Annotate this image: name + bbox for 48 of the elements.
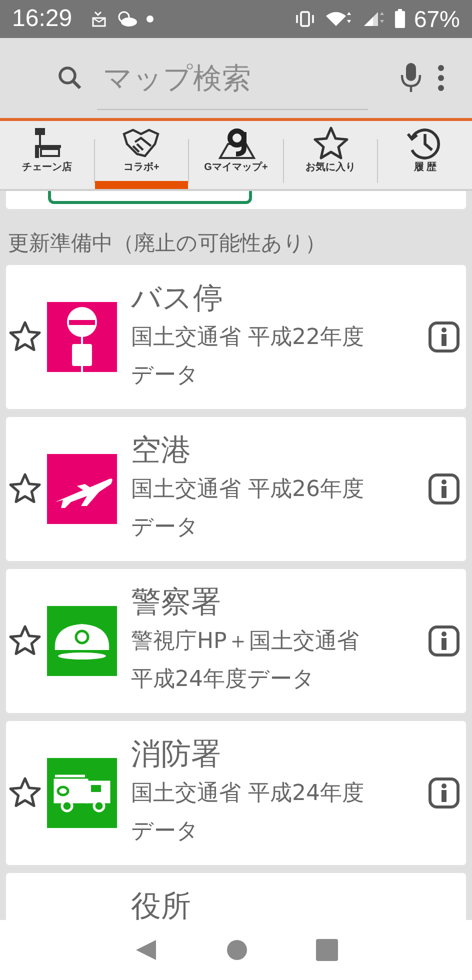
star-icon[interactable] [8, 624, 42, 658]
battery-icon [394, 9, 406, 29]
item-description: 警視庁HP＋国土交通省 [131, 628, 360, 656]
search-field[interactable]: マップ検索 [97, 46, 368, 110]
wifi-icon [324, 10, 354, 28]
item-description: データ [131, 362, 200, 390]
item-description: 平成24年度データ [131, 666, 316, 694]
battery-level: 67% [414, 6, 460, 32]
item-description: 国土交通省 平成24年度 [131, 780, 365, 808]
star-icon[interactable] [8, 320, 42, 354]
list-card[interactable]: 消防署 国土交通省 平成24年度 データ [6, 721, 466, 865]
tab[interactable]: チェーン店 [0, 121, 94, 189]
item-description: 国土交通省 平成26年度 [131, 476, 365, 504]
mail-icon [90, 10, 108, 28]
back-icon[interactable] [134, 938, 158, 962]
clock: 16:29 [12, 5, 72, 33]
list-card[interactable]: バス停 国土交通省 平成22年度 データ [6, 265, 466, 409]
item-description: データ [131, 514, 200, 542]
list-card[interactable]: 空港 国土交通省 平成26年度 データ [6, 417, 466, 561]
map-letter-icon [216, 126, 256, 160]
microphone-icon[interactable] [398, 61, 424, 95]
tab[interactable]: Gマイマップ+ [189, 121, 283, 189]
star-icon[interactable] [8, 776, 42, 810]
info-icon[interactable] [428, 321, 460, 353]
section-title: 更新準備中（廃止の可能性あり） [7, 230, 327, 257]
item-description: 国土交通省 平成22年度 [131, 324, 365, 352]
info-icon[interactable] [428, 777, 460, 809]
signal-icon [362, 10, 386, 28]
list-card[interactable]: 警察署 警視庁HP＋国土交通省 平成24年度データ [6, 569, 466, 713]
item-title: バス停 [131, 280, 224, 318]
item-description: データ [131, 818, 200, 846]
star-icon [310, 126, 351, 160]
vibrate-icon [294, 10, 316, 28]
notification-dot-icon [146, 15, 154, 23]
weather-icon [116, 10, 138, 28]
home-icon[interactable] [226, 939, 248, 961]
item-title: 役所 [131, 888, 192, 920]
item-title: 空港 [131, 432, 192, 470]
tab[interactable]: 履 歴 [378, 121, 472, 189]
handshake-icon [121, 126, 162, 160]
tab[interactable]: お気に入り [284, 121, 378, 189]
info-icon[interactable] [428, 473, 460, 505]
info-icon[interactable] [428, 625, 460, 657]
menu-icon[interactable] [436, 63, 446, 93]
list-card[interactable]: 役所 [6, 873, 466, 920]
item-title: 警察署 [131, 584, 222, 622]
item-title: 消防署 [131, 736, 222, 774]
star-icon[interactable] [8, 472, 42, 506]
